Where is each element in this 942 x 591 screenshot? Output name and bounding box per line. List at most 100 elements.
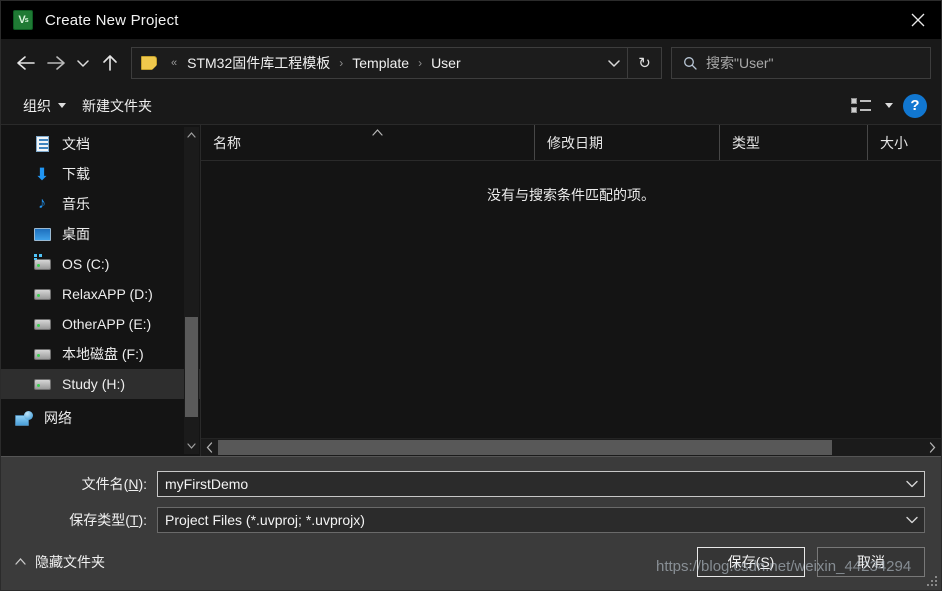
horizontal-scroll-track[interactable] — [218, 439, 924, 456]
drive-icon — [33, 375, 51, 393]
filename-label: 文件名(N): — [1, 474, 157, 494]
breadcrumb-separator: › — [418, 56, 423, 70]
sidebar-item-documents[interactable]: 文档 — [1, 129, 200, 159]
horizontal-scroll-thumb[interactable] — [218, 440, 833, 455]
title-bar: Vs Create New Project — [1, 1, 941, 39]
save-suffix: ) — [769, 554, 775, 570]
drive-icon — [33, 345, 51, 363]
sidebar-item-label: 网络 — [44, 410, 72, 426]
back-arrow-icon[interactable] — [11, 46, 41, 80]
network-icon — [15, 409, 33, 427]
column-header-size[interactable]: 大小 — [867, 125, 941, 160]
cancel-button[interactable]: 取消 — [817, 547, 925, 577]
command-bar: 组织 新建文件夹 ? — [1, 87, 941, 125]
keil-uvision-icon: Vs — [13, 10, 33, 30]
save-prefix: 保存( — [727, 554, 761, 570]
filetype-label: 保存类型(T): — [1, 510, 157, 530]
refresh-icon[interactable]: ↻ — [627, 48, 661, 78]
new-folder-button[interactable]: 新建文件夹 — [74, 92, 160, 120]
filename-row: 文件名(N): myFirstDemo — [1, 471, 941, 497]
file-list-body[interactable]: 没有与搜索条件匹配的项。 — [201, 161, 941, 438]
sidebar-item-label: 文档 — [62, 136, 90, 152]
file-list-horizontal-scrollbar[interactable] — [201, 438, 941, 456]
breadcrumb-item-2[interactable]: User — [427, 52, 465, 74]
breadcrumb-item-1[interactable]: Template — [348, 52, 413, 74]
sidebar-item-study-h[interactable]: Study (H:) — [1, 369, 200, 399]
sidebar-item-label: Study (H:) — [62, 376, 126, 392]
sort-ascending-icon — [372, 127, 383, 139]
up-arrow-icon[interactable] — [95, 46, 125, 80]
sidebar-item-downloads[interactable]: ⬇ 下载 — [1, 159, 200, 189]
scroll-down-icon[interactable] — [187, 438, 196, 454]
folder-icon — [141, 56, 157, 70]
column-header-label: 修改日期 — [547, 134, 603, 151]
resize-grip[interactable] — [926, 575, 938, 587]
column-header-name[interactable]: 名称 — [201, 125, 534, 160]
breadcrumb-item-0[interactable]: STM32固件库工程模板 — [183, 50, 334, 76]
search-placeholder: 搜索"User" — [706, 55, 774, 71]
sidebar-item-music[interactable]: ♪ 音乐 — [1, 189, 200, 219]
empty-state-message: 没有与搜索条件匹配的项。 — [487, 187, 655, 203]
window-title: Create New Project — [45, 11, 179, 29]
sidebar-item-local-disk-f[interactable]: 本地磁盘 (F:) — [1, 339, 200, 369]
create-new-project-dialog: Vs Create New Project « STM32固件库工程模板 › T… — [0, 0, 942, 591]
address-dropdown-icon[interactable] — [601, 48, 627, 78]
filetype-label-suffix: ): — [138, 512, 147, 528]
organize-button[interactable]: 组织 — [15, 92, 74, 120]
drive-icon — [33, 253, 51, 273]
column-header-date-modified[interactable]: 修改日期 — [534, 125, 719, 160]
view-dropdown-caret-icon[interactable] — [885, 103, 893, 108]
filetype-row: 保存类型(T): Project Files (*.uvproj; *.uvpr… — [1, 507, 941, 533]
dialog-buttons: 保存(S) 取消 — [697, 547, 925, 577]
filetype-select[interactable]: Project Files (*.uvproj; *.uvprojx) — [157, 507, 925, 533]
address-bar[interactable]: « STM32固件库工程模板 › Template › User ↻ — [131, 47, 662, 79]
chevron-down-icon[interactable] — [900, 516, 924, 524]
search-input[interactable]: 搜索"User" — [671, 47, 931, 79]
column-header-type[interactable]: 类型 — [719, 125, 867, 160]
filename-label-accel: N — [128, 476, 139, 492]
sidebar-item-label: OtherAPP (E:) — [62, 316, 152, 332]
sidebar-item-label: 本地磁盘 (F:) — [62, 346, 144, 362]
navigation-pane: 文档 ⬇ 下载 ♪ 音乐 桌面 OS (C:) RelaxAPP (D:) Ot… — [1, 125, 200, 456]
help-button[interactable]: ? — [903, 93, 927, 118]
forward-arrow-icon[interactable] — [41, 46, 71, 80]
sidebar-item-desktop[interactable]: 桌面 — [1, 219, 200, 249]
hide-folders-label: 隐藏文件夹 — [35, 554, 105, 570]
chevron-down-icon[interactable] — [900, 480, 924, 488]
chevron-up-icon — [15, 556, 26, 568]
scroll-up-icon[interactable] — [187, 127, 196, 143]
view-layout-icon[interactable] — [851, 97, 875, 115]
scroll-right-icon[interactable] — [924, 439, 941, 456]
breadcrumb-overflow[interactable]: « — [165, 57, 183, 69]
save-button[interactable]: 保存(S) — [697, 547, 805, 577]
drive-icon — [33, 285, 51, 303]
filename-value: myFirstDemo — [165, 476, 249, 492]
sidebar-item-label: 桌面 — [62, 226, 90, 242]
sidebar-scrollbar[interactable] — [184, 127, 199, 454]
column-header-label: 类型 — [732, 134, 760, 151]
sidebar-item-otherapp-e[interactable]: OtherAPP (E:) — [1, 309, 200, 339]
scroll-left-icon[interactable] — [201, 439, 218, 456]
sidebar-item-label: RelaxAPP (D:) — [62, 286, 153, 302]
filename-label-suffix: ): — [138, 476, 147, 492]
hide-folders-toggle[interactable]: 隐藏文件夹 — [15, 552, 105, 572]
sidebar-item-network[interactable]: 网络 — [1, 403, 200, 433]
column-header-label: 大小 — [880, 134, 908, 151]
close-icon[interactable] — [895, 1, 941, 39]
filename-label-prefix: 文件名( — [81, 476, 129, 492]
filename-field[interactable]: myFirstDemo — [157, 471, 925, 497]
downloads-icon: ⬇ — [34, 164, 50, 184]
desktop-icon — [33, 225, 51, 243]
column-headers: 名称 修改日期 类型 大小 — [201, 125, 941, 161]
search-icon — [683, 56, 697, 70]
recent-locations-dropdown-icon[interactable] — [71, 46, 95, 80]
breadcrumb-separator: › — [339, 56, 344, 70]
sidebar-item-relaxapp-d[interactable]: RelaxAPP (D:) — [1, 279, 200, 309]
sidebar-scroll-track[interactable] — [184, 143, 199, 438]
drive-icon — [33, 315, 51, 333]
caret-down-icon — [58, 103, 66, 108]
sidebar-scroll-thumb[interactable] — [185, 317, 198, 417]
organize-label: 组织 — [23, 97, 51, 114]
new-folder-label: 新建文件夹 — [82, 97, 152, 114]
sidebar-item-os-c[interactable]: OS (C:) — [1, 249, 200, 279]
